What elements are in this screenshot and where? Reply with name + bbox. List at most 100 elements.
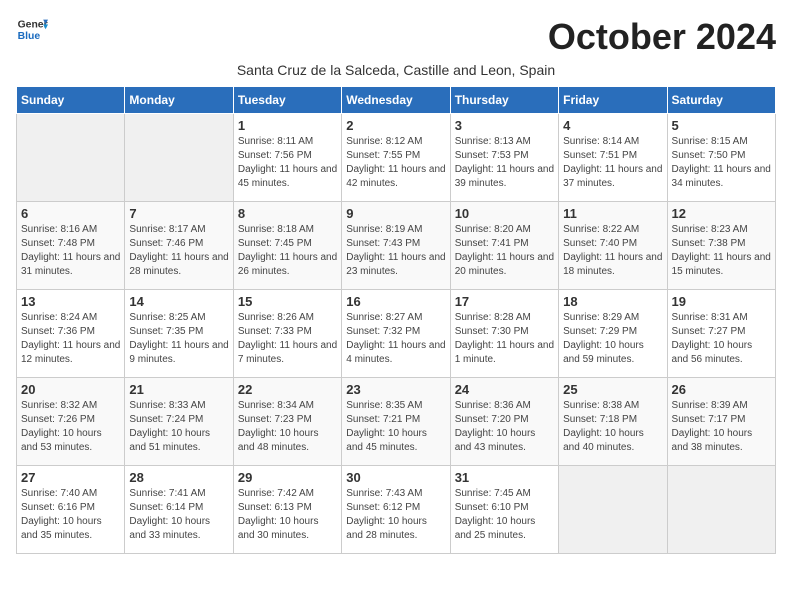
day-detail: Sunrise: 8:19 AM Sunset: 7:43 PM Dayligh…	[346, 223, 445, 279]
day-number: 29	[238, 470, 337, 485]
calendar-week-row: 1Sunrise: 8:11 AM Sunset: 7:56 PM Daylig…	[17, 114, 776, 202]
day-number: 3	[455, 118, 554, 133]
calendar-cell: 19Sunrise: 8:31 AM Sunset: 7:27 PM Dayli…	[667, 290, 775, 378]
page-header: General Blue October 2024	[16, 16, 776, 58]
day-number: 28	[129, 470, 228, 485]
weekday-header-cell: Friday	[559, 87, 667, 114]
day-number: 10	[455, 206, 554, 221]
logo: General Blue	[16, 16, 48, 44]
calendar-cell: 31 Sunrise: 7:45 AM Sunset: 6:10 PM Dayli…	[450, 466, 558, 554]
day-detail: Sunrise: 7:41 AM Sunset: 6:14 PM Dayligh…	[129, 487, 228, 543]
day-number: 2	[346, 118, 445, 133]
calendar-cell: 25 Sunrise: 8:38 AM Sunset: 7:18 PM Dayli…	[559, 378, 667, 466]
weekday-header-cell: Monday	[125, 87, 233, 114]
calendar-week-row: 13 Sunrise: 8:24 AM Sunset: 7:36 PM Dayli…	[17, 290, 776, 378]
calendar-cell: 13 Sunrise: 8:24 AM Sunset: 7:36 PM Dayli…	[17, 290, 125, 378]
day-detail: Sunrise: 8:17 AM Sunset: 7:46 PM Dayligh…	[129, 223, 228, 279]
calendar-cell: 22Sunrise: 8:34 AM Sunset: 7:23 PM Dayli…	[233, 378, 341, 466]
day-detail: Sunrise: 8:39 AM Sunset: 7:17 PM Dayligh…	[672, 399, 771, 455]
day-number: 18	[563, 294, 662, 309]
calendar-cell: 5 Sunrise: 8:15 AM Sunset: 7:50 PM Daylig…	[667, 114, 775, 202]
calendar-cell: 21 Sunrise: 8:33 AM Sunset: 7:24 PM Dayli…	[125, 378, 233, 466]
calendar-cell: 10 Sunrise: 8:20 AM Sunset: 7:41 PM Dayli…	[450, 202, 558, 290]
day-detail: Sunrise: 8:28 AM Sunset: 7:30 PM Dayligh…	[455, 311, 554, 367]
calendar-cell: 23 Sunrise: 8:35 AM Sunset: 7:21 PM Dayli…	[342, 378, 450, 466]
calendar-week-row: 27Sunrise: 7:40 AM Sunset: 6:16 PM Dayli…	[17, 466, 776, 554]
day-number: 14	[129, 294, 228, 309]
calendar-cell: 16Sunrise: 8:27 AM Sunset: 7:32 PM Dayli…	[342, 290, 450, 378]
day-detail: Sunrise: 7:45 AM Sunset: 6:10 PM Dayligh…	[455, 487, 554, 543]
calendar-cell: 6 Sunrise: 8:16 AM Sunset: 7:48 PM Daylig…	[17, 202, 125, 290]
weekday-header-cell: Wednesday	[342, 87, 450, 114]
day-number: 6	[21, 206, 120, 221]
calendar-cell: 7 Sunrise: 8:17 AM Sunset: 7:46 PM Daylig…	[125, 202, 233, 290]
calendar-cell: 12 Sunrise: 8:23 AM Sunset: 7:38 PM Dayli…	[667, 202, 775, 290]
day-number: 16	[346, 294, 445, 309]
day-number: 15	[238, 294, 337, 309]
calendar-week-row: 6 Sunrise: 8:16 AM Sunset: 7:48 PM Daylig…	[17, 202, 776, 290]
calendar-subtitle: Santa Cruz de la Salceda, Castille and L…	[16, 62, 776, 78]
day-detail: Sunrise: 8:24 AM Sunset: 7:36 PM Dayligh…	[21, 311, 120, 367]
day-detail: Sunrise: 8:22 AM Sunset: 7:40 PM Dayligh…	[563, 223, 662, 279]
day-number: 25	[563, 382, 662, 397]
day-number: 7	[129, 206, 228, 221]
day-detail: Sunrise: 8:20 AM Sunset: 7:41 PM Dayligh…	[455, 223, 554, 279]
calendar-cell: 27Sunrise: 7:40 AM Sunset: 6:16 PM Dayli…	[17, 466, 125, 554]
weekday-header-row: SundayMondayTuesdayWednesdayThursdayFrid…	[17, 87, 776, 114]
day-number: 21	[129, 382, 228, 397]
day-number: 13	[21, 294, 120, 309]
day-detail: Sunrise: 8:32 AM Sunset: 7:26 PM Dayligh…	[21, 399, 120, 455]
calendar-cell: 8 Sunrise: 8:18 AM Sunset: 7:45 PM Daylig…	[233, 202, 341, 290]
calendar-cell	[125, 114, 233, 202]
day-number: 8	[238, 206, 337, 221]
day-detail: Sunrise: 8:35 AM Sunset: 7:21 PM Dayligh…	[346, 399, 445, 455]
day-detail: Sunrise: 7:42 AM Sunset: 6:13 PM Dayligh…	[238, 487, 337, 543]
day-detail: Sunrise: 8:29 AM Sunset: 7:29 PM Dayligh…	[563, 311, 662, 367]
day-detail: Sunrise: 8:33 AM Sunset: 7:24 PM Dayligh…	[129, 399, 228, 455]
day-detail: Sunrise: 8:38 AM Sunset: 7:18 PM Dayligh…	[563, 399, 662, 455]
calendar-cell	[667, 466, 775, 554]
day-number: 17	[455, 294, 554, 309]
calendar-cell: 4Sunrise: 8:14 AM Sunset: 7:51 PM Daylig…	[559, 114, 667, 202]
svg-text:General: General	[18, 20, 48, 31]
weekday-header-cell: Tuesday	[233, 87, 341, 114]
calendar-cell: 14 Sunrise: 8:25 AM Sunset: 7:35 PM Dayli…	[125, 290, 233, 378]
day-number: 9	[346, 206, 445, 221]
calendar-week-row: 20 Sunrise: 8:32 AM Sunset: 7:26 PM Dayli…	[17, 378, 776, 466]
calendar-cell: 15 Sunrise: 8:26 AM Sunset: 7:33 PM Dayli…	[233, 290, 341, 378]
day-detail: Sunrise: 7:43 AM Sunset: 6:12 PM Dayligh…	[346, 487, 445, 543]
day-detail: Sunrise: 8:36 AM Sunset: 7:20 PM Dayligh…	[455, 399, 554, 455]
day-detail: Sunrise: 8:26 AM Sunset: 7:33 PM Dayligh…	[238, 311, 337, 367]
day-number: 30	[346, 470, 445, 485]
calendar-cell: 26 Sunrise: 8:39 AM Sunset: 7:17 PM Dayli…	[667, 378, 775, 466]
day-number: 31	[455, 470, 554, 485]
calendar-cell: 20 Sunrise: 8:32 AM Sunset: 7:26 PM Dayli…	[17, 378, 125, 466]
day-number: 4	[563, 118, 662, 133]
day-detail: Sunrise: 8:16 AM Sunset: 7:48 PM Dayligh…	[21, 223, 120, 279]
day-number: 26	[672, 382, 771, 397]
svg-text:Blue: Blue	[18, 31, 41, 42]
calendar-cell: 24 Sunrise: 8:36 AM Sunset: 7:20 PM Dayli…	[450, 378, 558, 466]
day-detail: Sunrise: 8:18 AM Sunset: 7:45 PM Dayligh…	[238, 223, 337, 279]
calendar-cell: 30 Sunrise: 7:43 AM Sunset: 6:12 PM Dayli…	[342, 466, 450, 554]
day-number: 27	[21, 470, 120, 485]
day-number: 23	[346, 382, 445, 397]
calendar-cell: 1Sunrise: 8:11 AM Sunset: 7:56 PM Daylig…	[233, 114, 341, 202]
calendar-cell: 11Sunrise: 8:22 AM Sunset: 7:40 PM Dayli…	[559, 202, 667, 290]
day-detail: Sunrise: 8:15 AM Sunset: 7:50 PM Dayligh…	[672, 135, 771, 191]
day-number: 20	[21, 382, 120, 397]
day-detail: Sunrise: 8:25 AM Sunset: 7:35 PM Dayligh…	[129, 311, 228, 367]
day-detail: Sunrise: 8:34 AM Sunset: 7:23 PM Dayligh…	[238, 399, 337, 455]
calendar-cell	[17, 114, 125, 202]
day-number: 12	[672, 206, 771, 221]
day-number: 1	[238, 118, 337, 133]
calendar-cell: 29 Sunrise: 7:42 AM Sunset: 6:13 PM Dayli…	[233, 466, 341, 554]
day-detail: Sunrise: 8:31 AM Sunset: 7:27 PM Dayligh…	[672, 311, 771, 367]
day-number: 24	[455, 382, 554, 397]
logo-icon: General Blue	[16, 16, 48, 44]
calendar-cell: 17 Sunrise: 8:28 AM Sunset: 7:30 PM Dayli…	[450, 290, 558, 378]
day-detail: Sunrise: 8:23 AM Sunset: 7:38 PM Dayligh…	[672, 223, 771, 279]
calendar-body: 1Sunrise: 8:11 AM Sunset: 7:56 PM Daylig…	[17, 114, 776, 554]
calendar-cell: 18 Sunrise: 8:29 AM Sunset: 7:29 PM Dayli…	[559, 290, 667, 378]
day-number: 5	[672, 118, 771, 133]
